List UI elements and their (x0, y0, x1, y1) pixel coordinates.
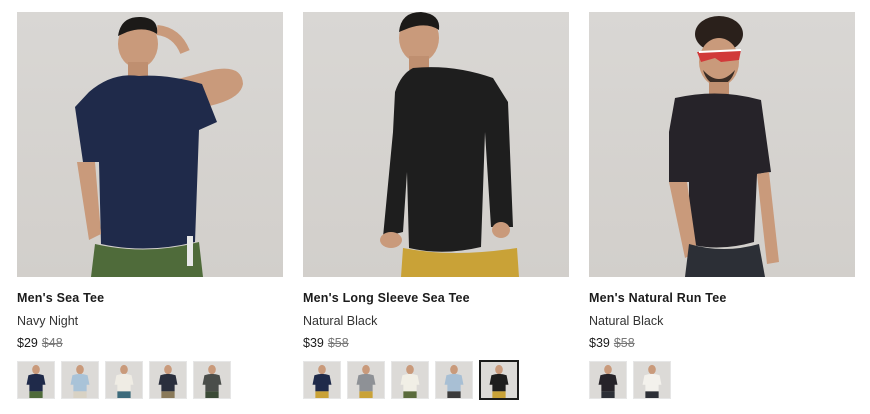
swatch-thumbnail (489, 364, 509, 398)
model-photo (669, 16, 779, 277)
sale-price: $39 (589, 336, 610, 350)
product-grid: Men's Sea Tee Navy Night $29 $48 Men's L… (0, 0, 870, 414)
sale-price: $39 (303, 336, 324, 350)
sale-price: $29 (17, 336, 38, 350)
product-name[interactable]: Men's Natural Run Tee (589, 290, 855, 306)
swatch-thumbnail (598, 364, 618, 398)
swatch-thumbnail (356, 364, 376, 398)
compare-price: $48 (41, 336, 63, 350)
swatch-thumbnail (158, 364, 178, 398)
color-swatch[interactable] (149, 361, 187, 399)
product-card: Men's Sea Tee Navy Night $29 $48 (17, 12, 283, 400)
price-row: $39 $58 (303, 335, 569, 351)
swatch-thumbnail (26, 364, 46, 398)
color-swatch[interactable] (589, 361, 627, 399)
swatch-thumbnail (444, 364, 464, 398)
product-image[interactable] (17, 12, 283, 277)
price-row: $29 $48 (17, 335, 283, 351)
product-image[interactable] (589, 12, 855, 277)
product-color: Navy Night (17, 314, 79, 328)
product-color: Natural Black (589, 314, 664, 328)
color-swatch[interactable] (391, 361, 429, 399)
product-card: Men's Natural Run Tee Natural Black $39 $… (589, 12, 855, 400)
swatch-list (303, 360, 569, 400)
product-name[interactable]: Men's Long Sleeve Sea Tee (303, 290, 569, 306)
model-photo (75, 16, 243, 277)
product-name[interactable]: Men's Sea Tee (17, 290, 283, 306)
color-swatch[interactable] (105, 361, 143, 399)
product-image[interactable] (303, 12, 569, 277)
swatch-thumbnail (312, 364, 332, 398)
color-swatch[interactable] (303, 361, 341, 399)
product-color: Natural Black (303, 314, 378, 328)
color-swatch[interactable] (17, 361, 55, 399)
swatch-thumbnail (70, 364, 90, 398)
compare-price: $58 (613, 336, 635, 350)
color-swatch[interactable] (633, 361, 671, 399)
color-swatch[interactable] (347, 361, 385, 399)
swatch-thumbnail (114, 364, 134, 398)
model-photo (380, 12, 519, 277)
compare-price: $58 (327, 336, 349, 350)
swatch-thumbnail (400, 364, 420, 398)
color-swatch[interactable] (193, 361, 231, 399)
color-swatch[interactable] (435, 361, 473, 399)
product-card: Men's Long Sleeve Sea Tee Natural Black … (303, 12, 569, 400)
price-row: $39 $58 (589, 335, 855, 351)
swatch-thumbnail (202, 364, 222, 398)
color-swatch[interactable] (479, 360, 519, 400)
swatch-list (589, 360, 855, 400)
color-swatch[interactable] (61, 361, 99, 399)
swatch-thumbnail (642, 364, 662, 398)
swatch-list (17, 360, 283, 400)
